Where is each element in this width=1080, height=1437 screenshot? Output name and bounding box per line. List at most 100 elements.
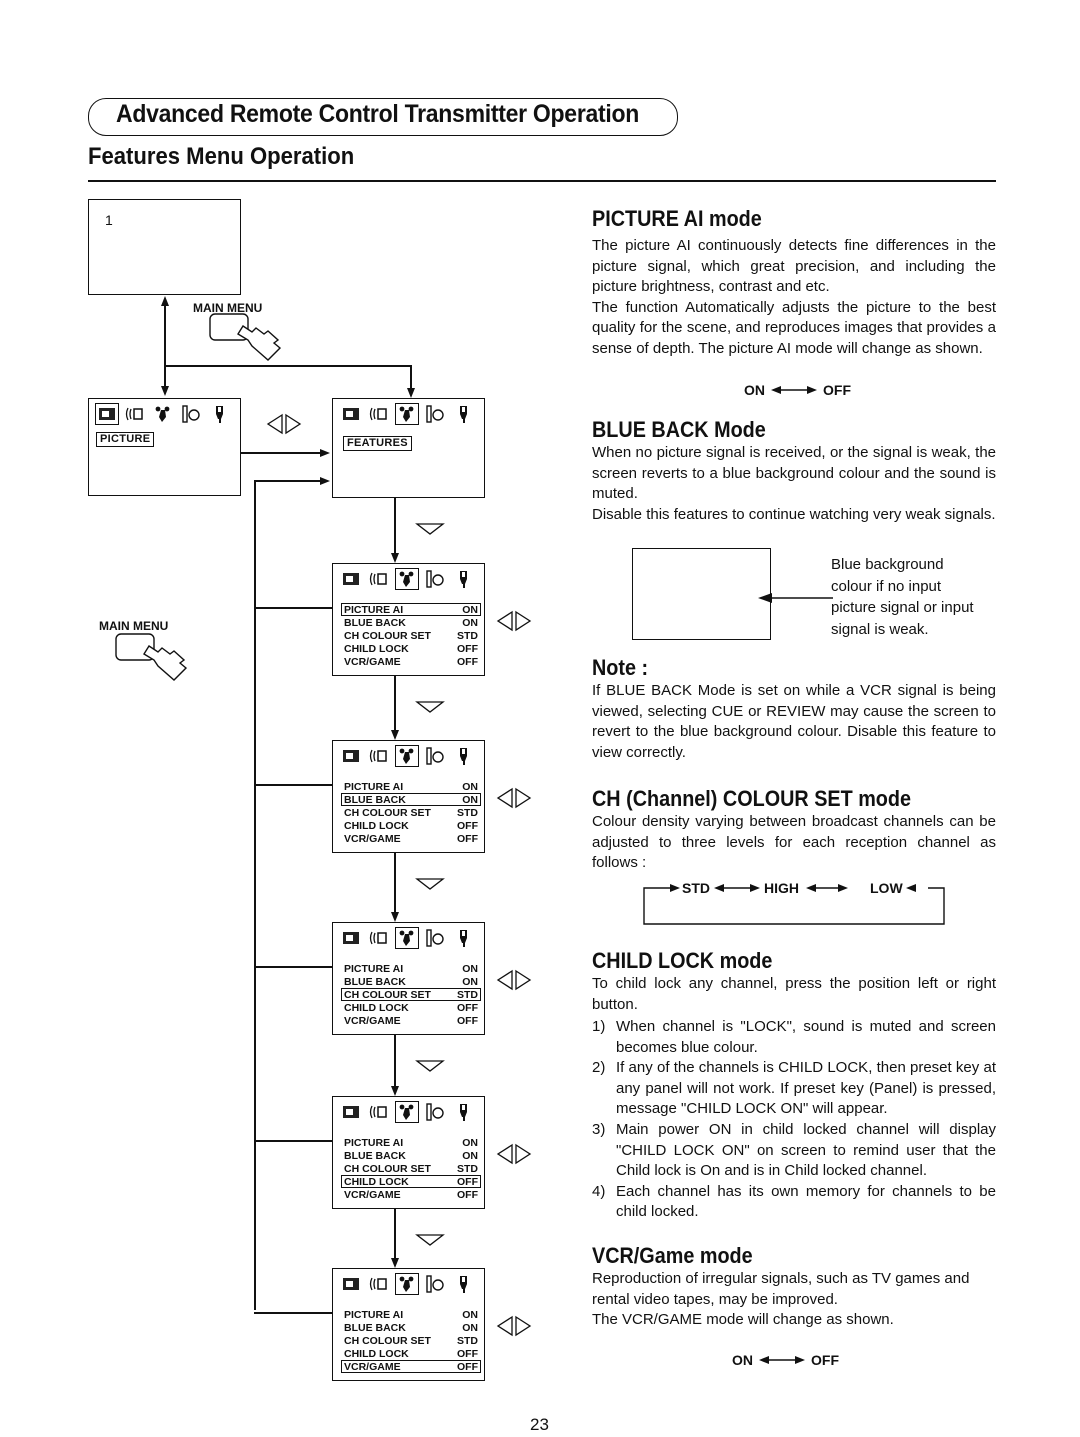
menu-item-label: VCR/GAME bbox=[344, 1189, 401, 1201]
menu-item-label: BLUE BACK bbox=[344, 794, 406, 806]
paragraph: The function Automatically adjusts the p… bbox=[592, 298, 996, 357]
menu-item-value: OFF bbox=[457, 1189, 478, 1201]
features-icon bbox=[395, 1273, 419, 1295]
tv-screen-channel: 1 bbox=[88, 199, 241, 295]
page-number: 23 bbox=[530, 1415, 549, 1434]
cycle-std: STD bbox=[682, 880, 710, 896]
main-menu-button-press-icon bbox=[209, 313, 282, 361]
sound-icon bbox=[369, 1103, 389, 1121]
menu-row: BLUE BACK ON bbox=[341, 793, 481, 806]
menu-item-label: CH COLOUR SET bbox=[344, 807, 431, 819]
tv-screen-picture-menu: PICTURE bbox=[88, 398, 241, 496]
menu-row: VCR/GAME OFF bbox=[341, 1360, 481, 1373]
list-item: 4) Each channel has its own memory for ch… bbox=[592, 1182, 996, 1223]
cycle-high: HIGH bbox=[764, 880, 799, 896]
menu-item-label: VCR/GAME bbox=[344, 656, 401, 668]
features-icon bbox=[395, 403, 419, 425]
left-right-arrows-icon bbox=[496, 1143, 532, 1165]
menu-item-value: ON bbox=[462, 963, 478, 975]
paragraph: Disable this features to continue watchi… bbox=[592, 505, 996, 523]
child-lock-list: 1) When channel is "LOCK", sound is muted… bbox=[592, 1017, 996, 1223]
list-item: 3) Main power ON in child locked channel … bbox=[592, 1120, 996, 1182]
list-item-text: Each channel has its own memory for chan… bbox=[616, 1182, 996, 1221]
paragraph: Reproduction of irregular signals, such … bbox=[592, 1270, 970, 1308]
page-title: Advanced Remote Control Transmitter Oper… bbox=[116, 100, 640, 128]
menu-item-value: OFF bbox=[457, 1015, 478, 1027]
colour-set-cycle-diagram: STD HIGH LOW bbox=[642, 878, 946, 928]
toggle-on-label: ON bbox=[732, 1352, 753, 1368]
heading-child-lock: CHILD LOCK mode bbox=[592, 948, 773, 973]
menu-icon-row bbox=[341, 403, 473, 425]
menu-row: CHILD LOCK OFF bbox=[341, 1175, 481, 1188]
main-menu-button-press-icon bbox=[115, 633, 188, 681]
list-item: 1) When channel is "LOCK", sound is muted… bbox=[592, 1017, 996, 1058]
menu-item-label: CH COLOUR SET bbox=[344, 989, 431, 1001]
menu-item-value: STD bbox=[457, 807, 478, 819]
setup-icon bbox=[209, 405, 229, 423]
picture-icon bbox=[341, 1103, 361, 1121]
timer-icon bbox=[181, 405, 201, 423]
menu-row: PICTURE AI ON bbox=[341, 962, 481, 975]
menu-item-value: OFF bbox=[457, 656, 478, 668]
menu-item-value: STD bbox=[457, 630, 478, 642]
sound-icon bbox=[369, 929, 389, 947]
menu-icon-row bbox=[341, 568, 473, 590]
main-menu-label: MAIN MENU bbox=[99, 619, 169, 633]
heading-picture-ai: PICTURE AI mode bbox=[592, 206, 762, 231]
menu-row: CHILD LOCK OFF bbox=[341, 819, 481, 832]
menu-item-value: STD bbox=[457, 989, 478, 1001]
features-icon bbox=[153, 405, 173, 423]
menu-item-label: BLUE BACK bbox=[344, 976, 406, 988]
paragraph: When no picture signal is received, or t… bbox=[592, 444, 996, 503]
features-menu-list: PICTURE AI ON BLUE BACK ON CH COLOUR SET STD C… bbox=[341, 962, 481, 1027]
tv-screen-features-submenu: PICTURE AI ON BLUE BACK ON CH COLOUR SET STD C… bbox=[332, 922, 485, 1035]
setup-icon bbox=[453, 1103, 473, 1121]
menu-item-label: CH COLOUR SET bbox=[344, 1163, 431, 1175]
double-arrow-icon bbox=[771, 386, 817, 394]
menu-row: VCR/GAME OFF bbox=[341, 655, 481, 668]
features-menu-list: PICTURE AI ON BLUE BACK ON CH COLOUR SET STD C… bbox=[341, 603, 481, 668]
menu-item-label: VCR/GAME bbox=[344, 833, 401, 845]
menu-item-value: STD bbox=[457, 1163, 478, 1175]
picture-ai-toggle-diagram: ON OFF bbox=[744, 382, 851, 398]
picture-icon bbox=[341, 747, 361, 765]
setup-icon bbox=[453, 405, 473, 423]
menu-item-label: CHILD LOCK bbox=[344, 643, 409, 655]
menu-item-value: OFF bbox=[457, 1361, 478, 1373]
paragraph: The picture AI continuously detects fine… bbox=[592, 237, 996, 296]
menu-item-label: PICTURE AI bbox=[344, 963, 404, 975]
menu-item-value: ON bbox=[462, 1309, 478, 1321]
menu-item-label: CH COLOUR SET bbox=[344, 1335, 431, 1347]
menu-row: PICTURE AI ON bbox=[341, 603, 481, 616]
menu-item-value: OFF bbox=[457, 643, 478, 655]
toggle-off-label: OFF bbox=[823, 382, 851, 398]
down-button-icon bbox=[415, 523, 445, 535]
menu-item-label: CHILD LOCK bbox=[344, 820, 409, 832]
menu-item-value: ON bbox=[462, 781, 478, 793]
picture-icon bbox=[341, 1275, 361, 1293]
menu-item-value: OFF bbox=[457, 820, 478, 832]
sound-icon bbox=[369, 747, 389, 765]
down-button-icon bbox=[415, 1234, 445, 1246]
list-item-text: When channel is "LOCK", sound is muted a… bbox=[616, 1018, 996, 1056]
blue-back-body: When no picture signal is received, or t… bbox=[592, 443, 996, 525]
paragraph: The VCR/GAME mode will change as shown. bbox=[592, 1311, 894, 1329]
toggle-on-label: ON bbox=[744, 382, 765, 398]
features-menu-list: PICTURE AI ON BLUE BACK ON CH COLOUR SET STD C… bbox=[341, 780, 481, 845]
picture-icon bbox=[341, 929, 361, 947]
menu-item-label: PICTURE AI bbox=[344, 1309, 404, 1321]
menu-item-value: ON bbox=[462, 617, 478, 629]
callout-arrow-icon bbox=[758, 593, 833, 603]
blue-back-callout: Blue background colour if no input pictu… bbox=[831, 556, 974, 638]
cycle-low: LOW bbox=[870, 880, 903, 896]
menu-row: PICTURE AI ON bbox=[341, 1308, 481, 1321]
menu-row: CHILD LOCK OFF bbox=[341, 1347, 481, 1360]
timer-icon bbox=[425, 747, 445, 765]
menu-item-label: CH COLOUR SET bbox=[344, 630, 431, 642]
section-title: Features Menu Operation bbox=[88, 143, 355, 170]
down-button-icon bbox=[415, 701, 445, 713]
menu-item-label: BLUE BACK bbox=[344, 617, 406, 629]
double-arrow-icon bbox=[759, 1356, 805, 1364]
menu-item-label: PICTURE AI bbox=[344, 781, 404, 793]
features-menu-list: PICTURE AI ON BLUE BACK ON CH COLOUR SET STD C… bbox=[341, 1308, 481, 1373]
